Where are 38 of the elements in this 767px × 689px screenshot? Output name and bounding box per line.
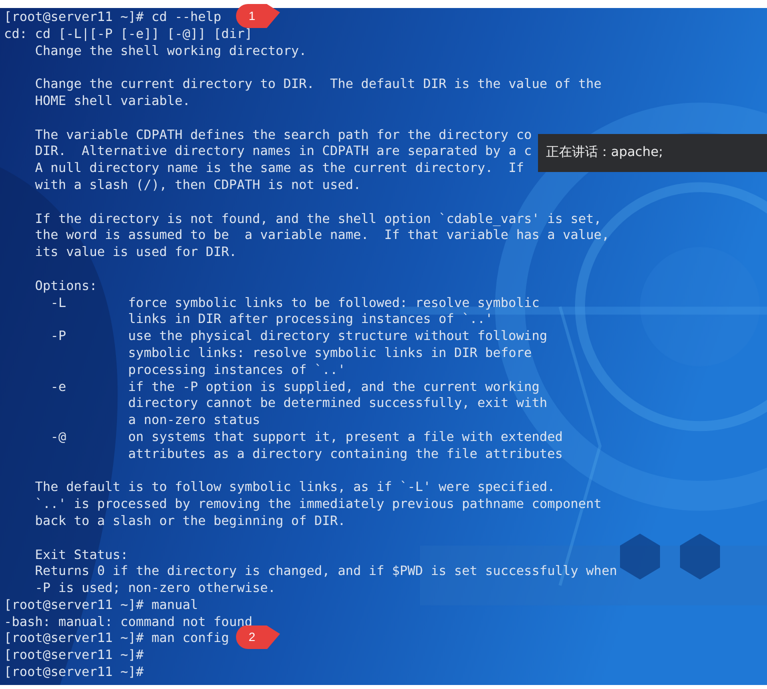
output-line: Options:: [35, 278, 98, 296]
output-line: -P is used; non-zero otherwise.: [35, 581, 276, 598]
output-line: its value is used for DIR.: [35, 245, 237, 262]
option-name: -L: [50, 296, 66, 312]
output-line: The variable CDPATH defines the search path for the directory co: [35, 128, 532, 144]
output-line: use the physical directory structure without following: [128, 329, 548, 346]
output-line: a non-zero status: [128, 413, 260, 430]
output-line: if the -P option is supplied, and the current working: [128, 380, 540, 396]
output-line: DIR. Alternative directory names in CDPATH are separated by a c: [35, 144, 532, 162]
output-line: back to a slash or the beginning of DIR.: [35, 514, 346, 531]
command-line: [root@server11 ~]#: [4, 665, 144, 682]
command-line: [root@server11 ~]# man config: [4, 631, 230, 648]
command-line: [root@server11 ~]#: [4, 648, 144, 666]
output-line: directory cannot be determined successfully, exit with: [128, 396, 548, 414]
option-name: -@: [50, 430, 66, 447]
output-line: attributes as a directory containing the file attributes: [128, 446, 563, 464]
output-line: If the directory is not found, and the shell option `cdable_vars' is set,: [35, 212, 602, 228]
output-line: links in DIR after processing instances of `..': [128, 312, 493, 330]
output-line: on systems that support it, present a file with extended: [128, 430, 564, 447]
output-line: `..' is processed by removing the immediately previous pathname component: [35, 497, 602, 514]
output-line: HOME shell variable.: [35, 94, 190, 111]
output-line: Returns 0 if the directory is changed, and if $PWD is set successfully when: [35, 564, 618, 582]
option-name: -P: [50, 329, 66, 346]
command-line: [root@server11 ~]# cd --help: [4, 10, 222, 27]
output-line: The default is to follow symbolic links, as if `-L' were specified.: [35, 480, 556, 498]
output-line: symbolic links: resolve symbolic links in DIR before: [128, 346, 532, 363]
output-line: Change the current directory to DIR. The default DIR is the value of the: [35, 77, 602, 94]
output-line: force symbolic links to be followed: resolve symbolic: [128, 296, 540, 312]
output-line: A null directory name is the same as the current directory. If: [35, 161, 524, 178]
command-line: [root@server11 ~]# manual: [4, 598, 198, 615]
output-line: cd: cd [-L|[-P [-e]] [-@]] [dir]: [4, 26, 252, 44]
output-line: Exit Status:: [35, 548, 128, 564]
tooltip: 正在讲话：apache;: [538, 134, 767, 172]
option-name: -e: [50, 380, 66, 396]
output-line: Change the shell working directory.: [35, 44, 307, 60]
output-line: processing instances of `..': [128, 362, 346, 380]
output-line: with a slash (/), then CDPATH is not used.: [35, 178, 361, 195]
output-line: the word is assumed to be a variable name. If that variable has a value,: [35, 228, 610, 246]
